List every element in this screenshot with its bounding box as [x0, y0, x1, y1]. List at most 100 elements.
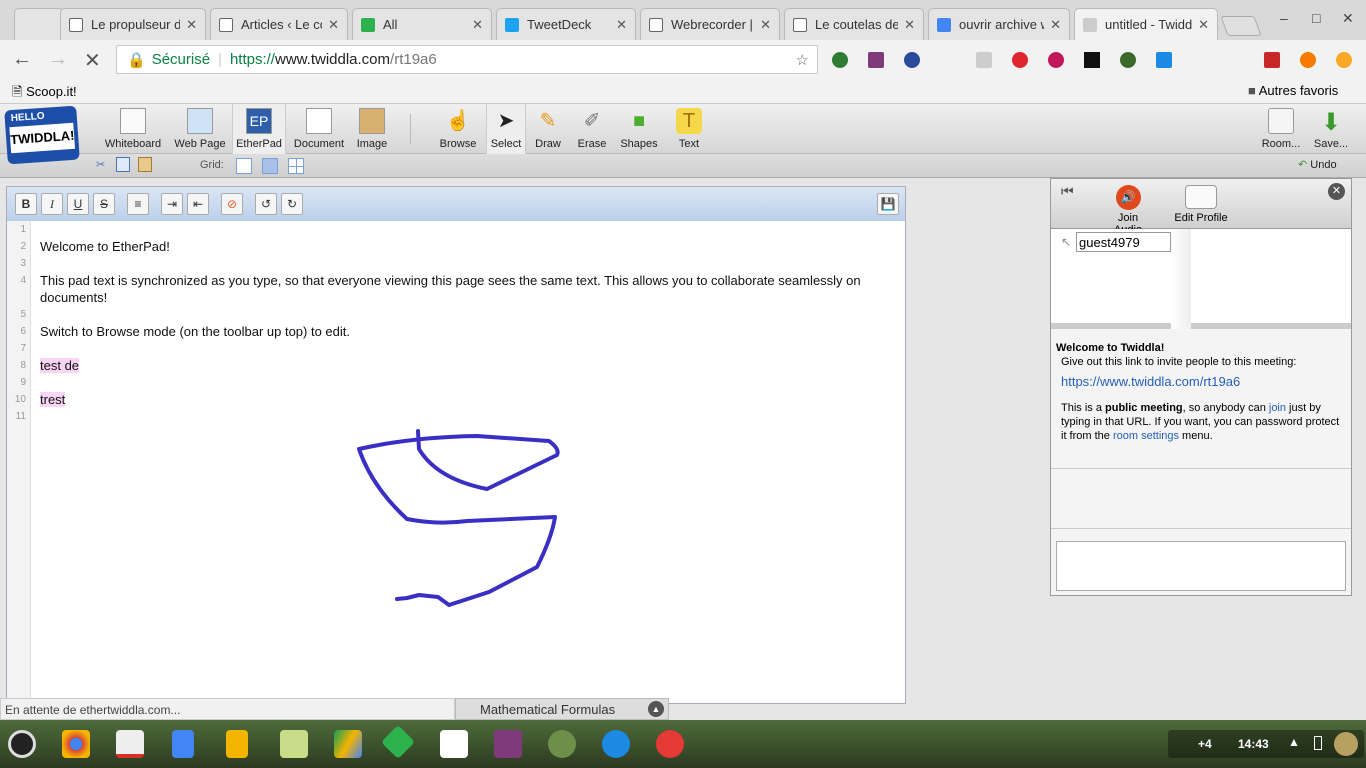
browser-tab[interactable]	[14, 8, 64, 40]
close-window-button[interactable]: ✕	[1342, 10, 1354, 27]
onenote-app-icon[interactable]	[494, 730, 522, 758]
browser-tab[interactable]: untitled - Twidd ✕	[1074, 8, 1218, 40]
play-store-app-icon[interactable]	[440, 730, 468, 758]
close-tab-icon[interactable]: ✕	[760, 17, 771, 33]
tool-browse-button[interactable]: ☝ Browse	[436, 104, 480, 154]
rss-extension-icon[interactable]	[976, 52, 992, 68]
close-tab-icon[interactable]: ✕	[186, 17, 197, 33]
close-tab-icon[interactable]: ✕	[328, 17, 339, 33]
extension-icon[interactable]	[1300, 52, 1316, 68]
secure-label: Sécurisé	[151, 51, 211, 68]
invite-link[interactable]: https://www.twiddla.com/rt19a6	[1056, 375, 1346, 389]
mode-image-button[interactable]: Image	[352, 104, 392, 154]
other-bookmarks-folder[interactable]: ■ Autres favoris	[1248, 83, 1338, 98]
docs-app-icon[interactable]	[172, 730, 194, 758]
web-page-icon	[187, 108, 213, 134]
url-input[interactable]: 🔒 Sécurisé | https:// www.twiddla.com /r…	[116, 45, 818, 74]
close-tab-icon[interactable]: ✕	[472, 17, 483, 33]
minimize-button[interactable]: –	[1280, 10, 1288, 26]
chrome-app-icon[interactable]	[62, 730, 90, 758]
opera-extension-icon[interactable]	[1012, 52, 1028, 68]
gallery-app-icon[interactable]	[656, 730, 684, 758]
close-tab-icon[interactable]: ✕	[1198, 17, 1209, 33]
paste-icon[interactable]	[138, 157, 152, 172]
status-tray[interactable]: +4 14:43 ▲	[1168, 730, 1364, 758]
k-extension-icon[interactable]	[904, 52, 920, 68]
close-tab-icon[interactable]: ✕	[904, 17, 915, 33]
freehand-stroke	[357, 429, 560, 607]
grid-none-button[interactable]	[236, 158, 252, 174]
room-settings-button[interactable]: Room...	[1258, 104, 1304, 154]
browser-tab[interactable]: All ✕	[352, 8, 492, 40]
browser-tab[interactable]: TweetDeck ✕	[496, 8, 636, 40]
new-tab-button[interactable]	[1220, 16, 1262, 36]
turtle-extension-icon[interactable]	[1120, 52, 1136, 68]
browser-tab[interactable]: Articles ‹ Le co ✕	[210, 8, 348, 40]
gmail-app-icon[interactable]	[116, 730, 144, 758]
chat-input[interactable]	[1056, 541, 1346, 591]
page-icon	[69, 17, 83, 32]
grid-label: Grid:	[200, 159, 224, 171]
copy-icon[interactable]	[116, 157, 130, 172]
close-tab-icon[interactable]: ✕	[1050, 17, 1061, 33]
undo-button[interactable]: ↶ Undo	[1298, 158, 1337, 171]
folder-icon: ■	[1248, 83, 1256, 98]
bookmark-scoopit[interactable]: 🗎 Scoop.it!	[12, 83, 77, 105]
browser-tab[interactable]: Webrecorder | ✕	[640, 8, 780, 40]
cast-extension-icon[interactable]	[1156, 52, 1172, 68]
text-icon: T	[676, 108, 702, 134]
feedly-app-icon[interactable]	[381, 725, 415, 759]
cursor-icon: ↖	[1061, 235, 1072, 249]
math-formulas-panel[interactable]: Mathematical Formulas ▲	[455, 698, 669, 720]
drive-app-icon[interactable]	[334, 730, 362, 758]
wifi-icon: ▲	[1288, 735, 1300, 749]
tool-draw-button[interactable]: ✎ Draw	[528, 104, 568, 154]
collapse-sidebar-icon[interactable]: ⏮	[1061, 183, 1074, 200]
edit-profile-button[interactable]: Edit Profile	[1173, 185, 1229, 224]
book-extension-icon[interactable]	[1264, 52, 1280, 68]
browser-tab[interactable]: Le coutelas de ✕	[784, 8, 924, 40]
download-icon: ⬇	[1320, 109, 1342, 136]
onenote-extension-icon[interactable]	[868, 52, 884, 68]
star-extension-icon[interactable]	[1084, 52, 1100, 68]
update-warning-icon[interactable]	[1336, 52, 1352, 68]
extension-icon[interactable]	[832, 52, 848, 68]
chromeos-shelf: +4 14:43 ▲	[0, 720, 1366, 768]
grid-lines-button[interactable]	[288, 158, 304, 174]
close-tab-icon[interactable]: ✕	[616, 17, 627, 33]
star-icon[interactable]: ☆	[796, 51, 809, 69]
mode-web-page-button[interactable]: Web Page	[170, 104, 230, 154]
files-app-icon[interactable]	[602, 730, 630, 758]
tool-text-button[interactable]: T Text	[670, 104, 708, 154]
grid-dots-button[interactable]	[262, 158, 278, 174]
tool-shapes-button[interactable]: ■ Shapes	[618, 104, 660, 154]
loading-icon	[1083, 17, 1097, 32]
cut-icon[interactable]: ✂	[96, 158, 105, 171]
turtle-app-icon[interactable]	[548, 730, 576, 758]
maximize-button[interactable]: □	[1312, 10, 1320, 26]
slides-app-icon[interactable]	[226, 730, 248, 758]
forward-button: →	[48, 48, 68, 70]
twiddla-logo[interactable]: HELLO TWIDDLA!	[4, 105, 80, 165]
room-settings-link[interactable]: room settings	[1113, 430, 1179, 442]
app-icon[interactable]	[280, 730, 308, 758]
mode-whiteboard-button[interactable]: Whiteboard	[104, 104, 162, 154]
username-input[interactable]	[1076, 232, 1171, 252]
mode-etherpad-button[interactable]: EP EtherPad	[232, 104, 286, 154]
back-button[interactable]: ←	[12, 48, 32, 71]
stop-button[interactable]: ✕	[84, 48, 101, 73]
etherpad-editor[interactable]: B I U S ≡ ⇥ ⇤ ⊘ ↺ ↻ 💾 1 2 3 4 5 6 7 8 9 10 11 Welc…	[6, 186, 906, 704]
save-button[interactable]: ⬇ Save...	[1308, 104, 1354, 154]
tool-select-button[interactable]: ➤ Select	[486, 104, 526, 154]
extension-icon[interactable]	[1048, 52, 1064, 68]
invite-text: Give out this link to invite people to t…	[1061, 356, 1297, 368]
launcher-button[interactable]	[8, 730, 36, 758]
browser-tab[interactable]: ouvrir archive w ✕	[928, 8, 1070, 40]
meeting-sidebar: ⏮ ✕ 🔊 Join Audio Edit Profile ↖ Welcome …	[1050, 178, 1352, 596]
mode-document-button[interactable]: Document	[290, 104, 348, 154]
close-sidebar-icon[interactable]: ✕	[1328, 183, 1345, 200]
join-link[interactable]: join	[1269, 402, 1286, 414]
browser-tab[interactable]: Le propulseur d ✕	[60, 8, 206, 40]
expand-up-icon: ▲	[648, 701, 664, 717]
tool-erase-button[interactable]: ✐ Erase	[572, 104, 612, 154]
